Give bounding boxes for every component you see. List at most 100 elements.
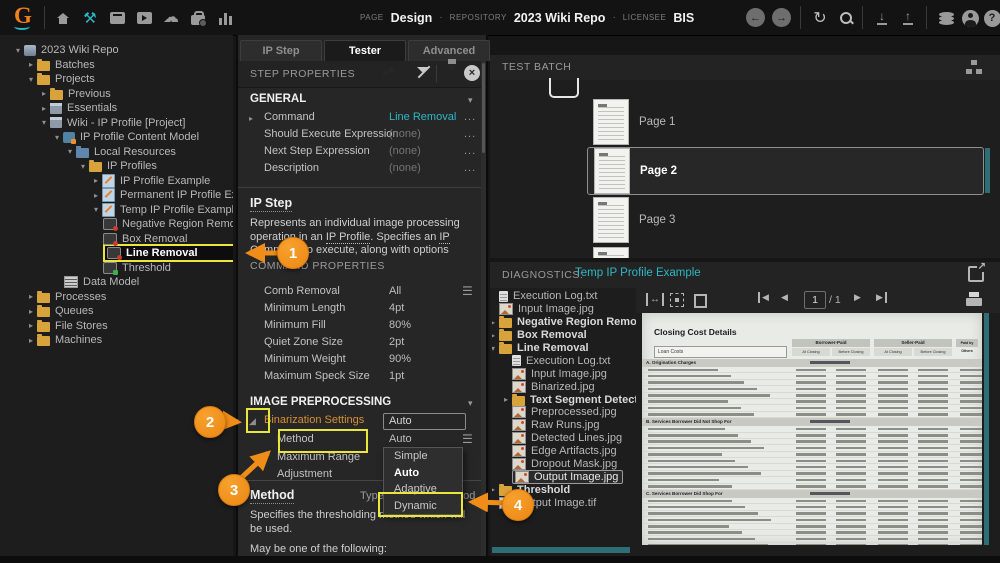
tree-item[interactable]: Raw Runs.jpg	[512, 419, 636, 432]
copy-pages-icon[interactable]	[694, 294, 707, 308]
licensee-value[interactable]: BIS	[673, 11, 694, 25]
menu-icon[interactable]: ☰	[462, 284, 473, 298]
previous-page-button[interactable]: ◀	[781, 292, 788, 303]
back-button[interactable]: ←	[746, 8, 765, 27]
page-row[interactable]	[593, 247, 639, 258]
export-button[interactable]: ↑	[898, 9, 918, 27]
scrollbar-thumb[interactable]	[492, 547, 630, 553]
tree-item[interactable]: Binarized.jpg	[512, 380, 636, 393]
tree-item[interactable]: Detected Lines.jpg	[512, 432, 636, 445]
tree-item[interactable]: Execution Log.txt	[512, 354, 636, 367]
expander-icon[interactable]: ▸	[25, 307, 37, 316]
tree-item[interactable]: ▾Temp IP Profile Example	[90, 203, 233, 218]
account-button[interactable]	[960, 9, 980, 27]
property-value[interactable]: 2pt	[389, 336, 404, 348]
expander-icon[interactable]: ▸	[38, 89, 50, 98]
tree-item[interactable]: ▸Queues	[25, 304, 233, 319]
cancel-button[interactable]: ×	[464, 65, 481, 82]
scrollbar-thumb[interactable]	[985, 148, 990, 193]
tree-item[interactable]: ▸Batches	[25, 58, 233, 73]
scrollbar-thumb[interactable]	[984, 313, 989, 545]
batches-button[interactable]	[107, 9, 127, 27]
hierarchy-view-icon[interactable]	[966, 60, 982, 74]
expander-icon[interactable]: ▾	[51, 133, 63, 142]
tab-ip-step[interactable]: IP Step	[240, 40, 322, 61]
dropdown-item-auto[interactable]: Auto	[384, 465, 462, 482]
ellipsis-button[interactable]: ...	[464, 111, 476, 123]
tree-item[interactable]: Line Removal	[103, 246, 233, 261]
property-value[interactable]: (none)	[389, 145, 421, 157]
save-button[interactable]	[445, 65, 462, 82]
tree-item[interactable]: ▸Text Segment Detection	[500, 393, 636, 406]
page-row[interactable]: Page 1	[593, 99, 675, 145]
home-button[interactable]	[53, 9, 73, 27]
tree-item[interactable]: ▸Previous	[38, 87, 233, 102]
tree-item[interactable]: Negative Region Removal	[103, 217, 233, 232]
tree-item[interactable]: ▸Essentials	[38, 101, 233, 116]
search-button[interactable]	[836, 9, 856, 27]
expander-icon[interactable]: ▾	[90, 205, 102, 214]
tree-item[interactable]: Dropout Mask.jpg	[512, 458, 636, 471]
expander-icon[interactable]: ▸	[90, 191, 102, 200]
refresh-button[interactable]: ↻	[810, 9, 830, 27]
property-value[interactable]: Line Removal	[389, 111, 456, 123]
toggle-preview-button[interactable]	[396, 65, 413, 82]
expander-icon[interactable]: ▸	[25, 292, 37, 301]
tree-item[interactable]: Input Image.jpg	[512, 367, 636, 380]
expander-icon[interactable]: ▾	[12, 46, 24, 55]
jobs-button[interactable]	[188, 9, 208, 27]
repository-value[interactable]: 2023 Wiki Repo	[514, 11, 606, 25]
selected-tree-item[interactable]: Output Image.jpg	[512, 470, 623, 484]
expander-icon[interactable]: ▸	[90, 176, 102, 185]
tree-item[interactable]: ▾2023 Wiki Repo	[12, 43, 233, 58]
tree-item[interactable]: Threshold	[103, 261, 233, 276]
expander-icon[interactable]: ▸	[25, 321, 37, 330]
binarization-settings-input[interactable]: Auto	[383, 413, 466, 430]
tree-item[interactable]: Edge Artifacts.jpg	[512, 445, 636, 458]
tree-item[interactable]: ▾Line Removal	[492, 342, 636, 355]
tab-advanced[interactable]: Advanced	[408, 40, 490, 61]
page-row[interactable]: Page 3	[593, 197, 675, 243]
help-button[interactable]: ?	[982, 9, 1000, 27]
method-label[interactable]: Method	[277, 433, 314, 445]
dropdown-item-dynamic[interactable]: Dynamic	[384, 498, 462, 515]
tree-item[interactable]: Execution Log.txt	[499, 290, 636, 303]
expander-icon[interactable]: ▾	[492, 344, 499, 353]
dropdown-item-adaptive[interactable]: Adaptive	[384, 481, 462, 498]
tree-item[interactable]: ▸Permanent IP Profile Example	[90, 188, 233, 203]
tree-item[interactable]: ▸Box Removal	[492, 329, 636, 342]
page-row[interactable]: Page 2	[587, 147, 984, 195]
expander-icon[interactable]: ▸	[492, 485, 499, 494]
expander-icon[interactable]: ▸	[492, 331, 499, 340]
expander-icon[interactable]: ▸	[25, 336, 37, 345]
expander-icon[interactable]: ▾	[38, 118, 50, 127]
chevron-down-icon[interactable]: ▾	[468, 398, 473, 409]
ip-profile-link[interactable]: IP Profile	[326, 231, 370, 244]
page-thumbnail[interactable]	[594, 148, 630, 194]
row-expander-icon[interactable]: ▸	[249, 114, 253, 123]
maximum-range-label[interactable]: Maximum Range	[277, 451, 360, 463]
tree-item[interactable]: ▸Machines	[25, 333, 233, 348]
general-section-header[interactable]: GENERAL	[250, 93, 306, 105]
last-page-button[interactable]: ▶	[876, 292, 887, 303]
tree-item[interactable]: Data Model	[64, 275, 233, 290]
tree-item[interactable]: ▾IP Profile Content Model	[51, 130, 233, 145]
expander-icon[interactable]: ▸	[492, 318, 499, 327]
selection-icon[interactable]	[670, 293, 684, 307]
document-preview[interactable]: Closing Cost Details Loan Costs Borrower…	[642, 313, 982, 545]
tree-item[interactable]: ▸IP Profile Example	[90, 174, 233, 189]
tab-tester[interactable]: Tester	[324, 40, 406, 61]
fit-width-icon[interactable]: ↔	[646, 293, 664, 306]
page-thumbnail[interactable]	[593, 247, 629, 258]
tree-item[interactable]: ▾Local Resources	[64, 145, 233, 160]
ellipsis-button[interactable]: ...	[464, 145, 476, 157]
clear-filter-button[interactable]	[416, 65, 433, 82]
property-value[interactable]: 90%	[389, 353, 411, 365]
expander-icon[interactable]: ▾	[64, 147, 76, 156]
property-value[interactable]: 1pt	[389, 370, 404, 382]
tree-item[interactable]: Output Image.jpg	[512, 470, 636, 483]
forward-button[interactable]: →	[772, 8, 791, 27]
page-value[interactable]: Design	[391, 11, 433, 25]
cloud-upload-button[interactable]: ☁	[161, 9, 181, 27]
print-icon[interactable]	[966, 292, 982, 306]
